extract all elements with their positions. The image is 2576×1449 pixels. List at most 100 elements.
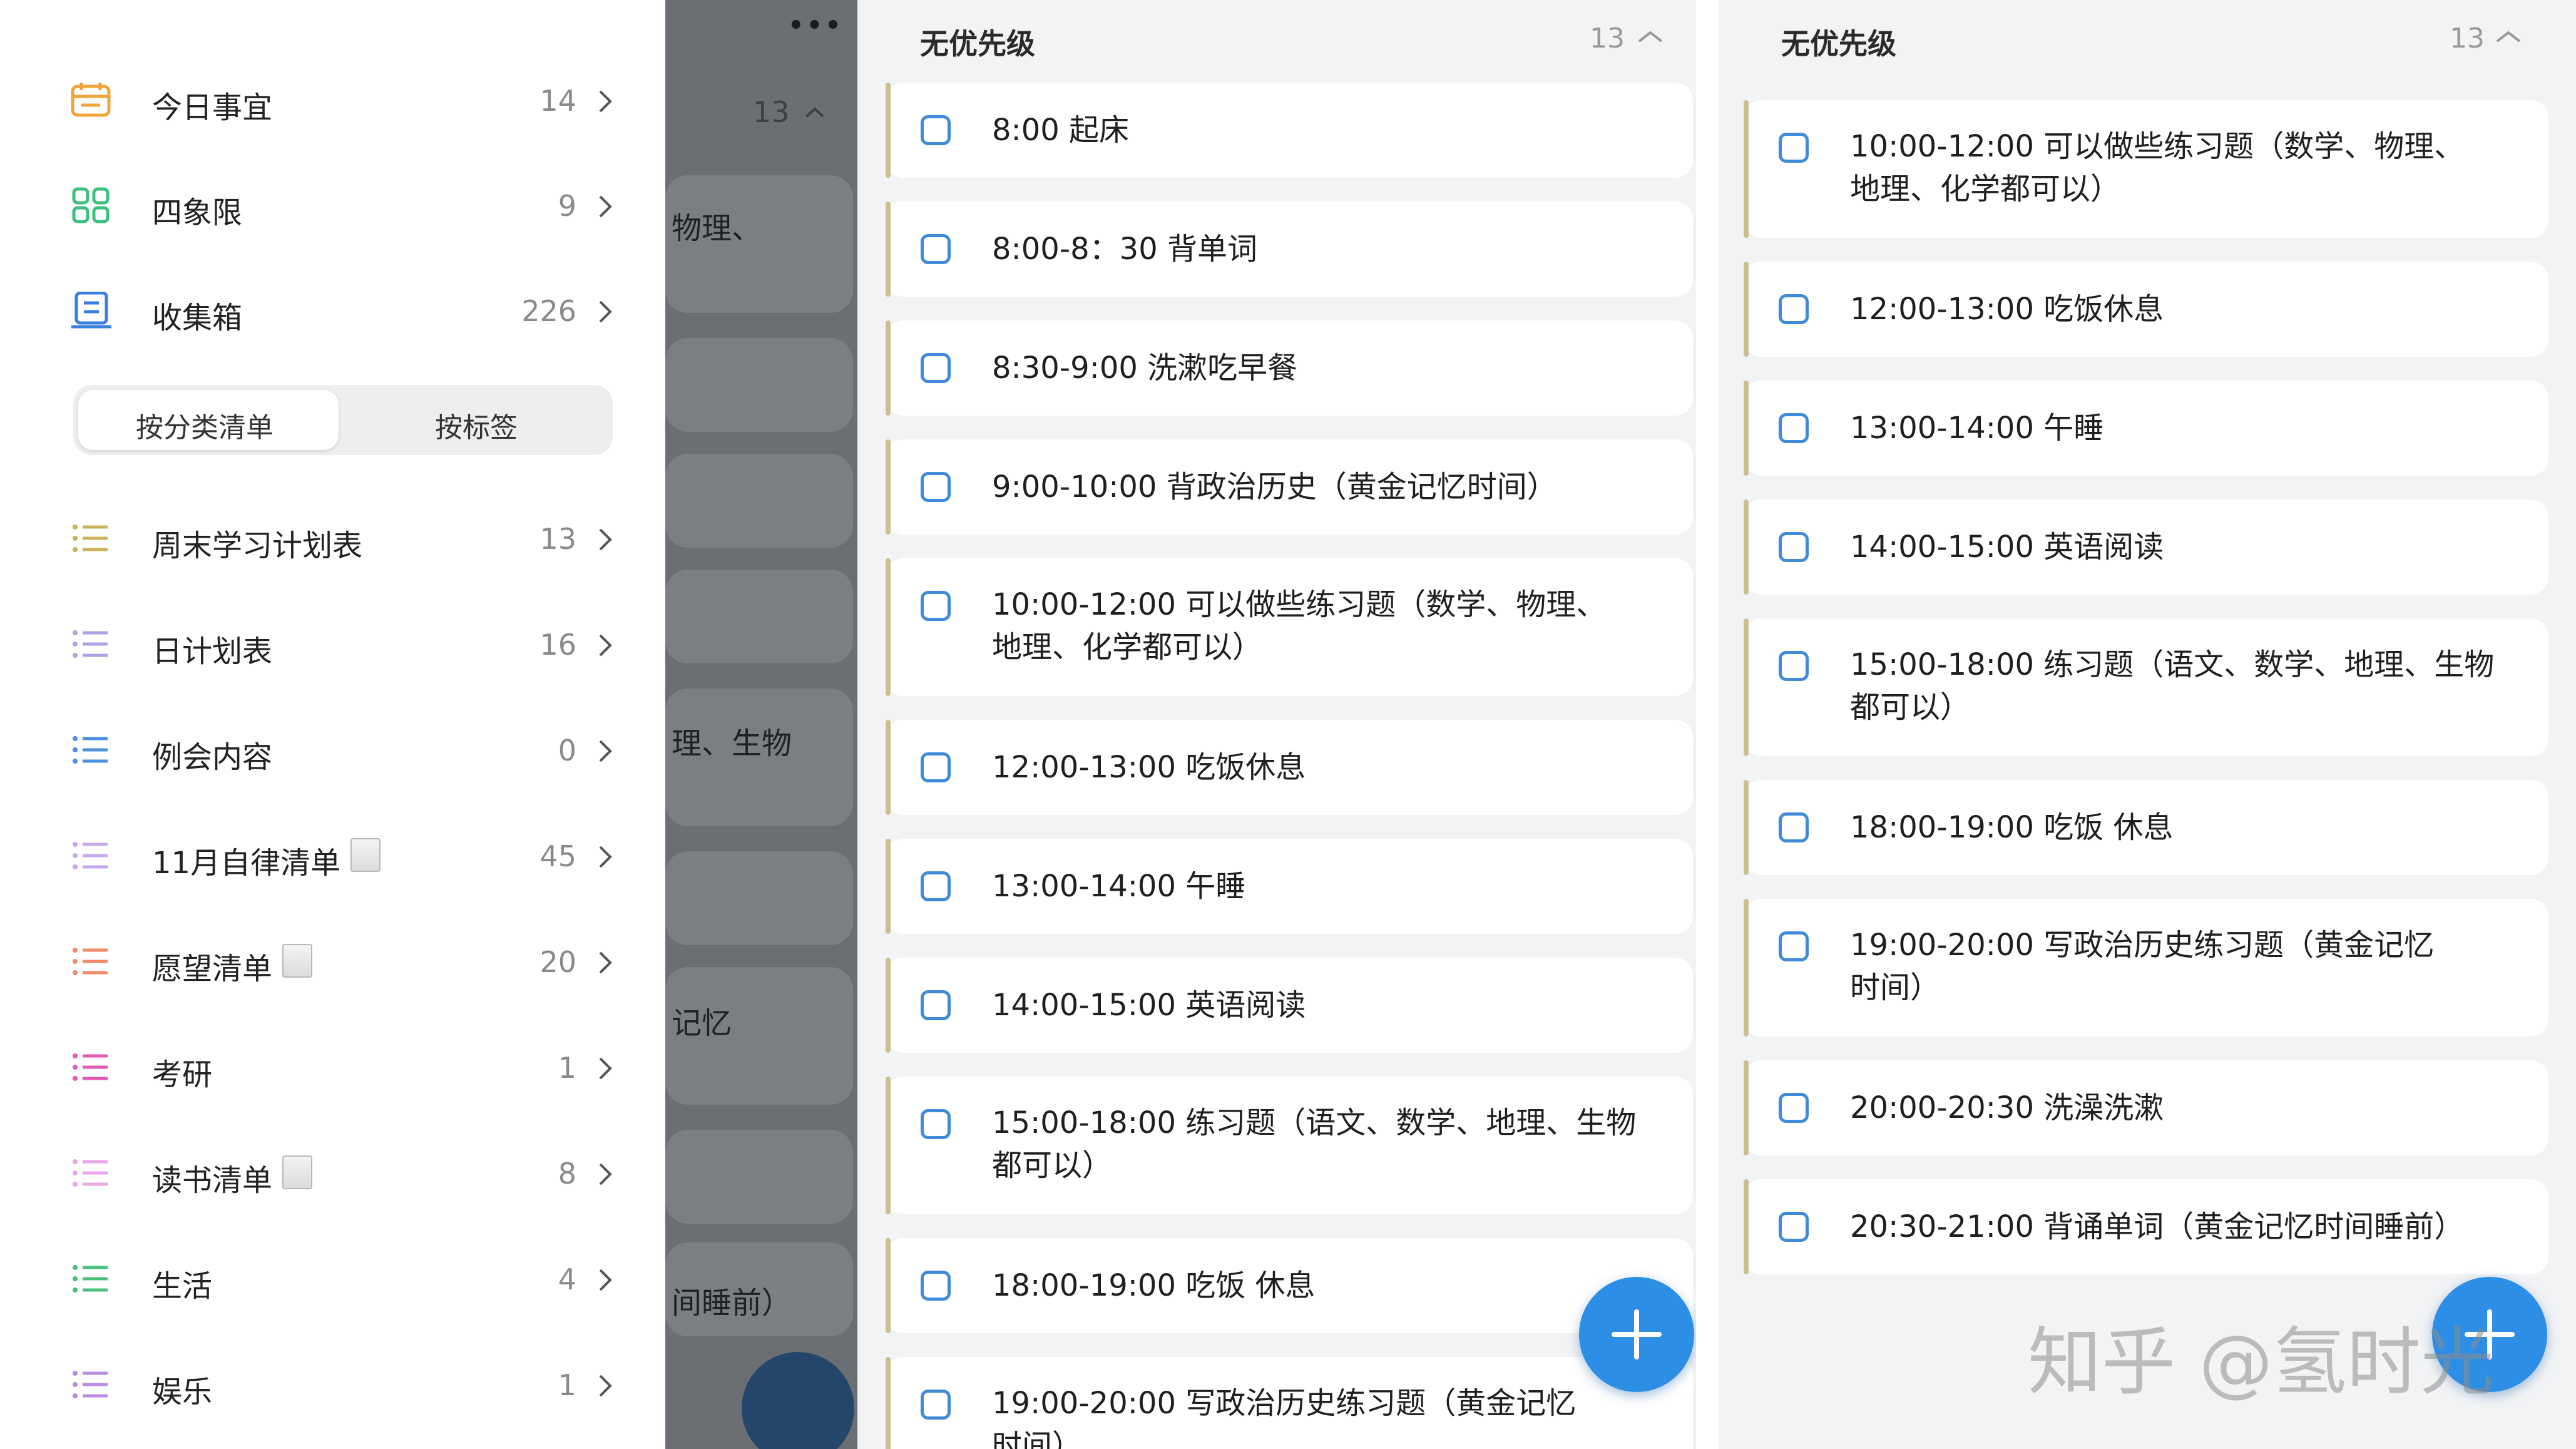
task-card[interactable]: 12:00-13:00 吃饭休息 <box>1744 262 2548 357</box>
task-checkbox[interactable] <box>921 472 951 502</box>
task-card[interactable]: 19:00-20:00 写政治历史练习题（黄金记忆 时间） <box>886 1357 1693 1449</box>
task-title: 20:30-21:00 背诵单词（黄金记忆时间睡前） <box>1850 1209 2465 1244</box>
sidebar-item-count: 4 <box>558 1262 576 1296</box>
task-checkbox[interactable] <box>921 752 951 782</box>
list-color-bar <box>886 1077 891 1214</box>
task-checkbox[interactable] <box>1779 413 1809 443</box>
task-checkbox[interactable] <box>921 1271 951 1301</box>
task-checkbox[interactable] <box>1779 294 1809 324</box>
task-checkbox[interactable] <box>921 115 951 145</box>
dim-task-fragment: 间睡前） <box>672 1286 792 1321</box>
receipt-emoji-icon <box>282 944 312 978</box>
list-color-bar <box>886 839 891 934</box>
sidebar-item-quadrant[interactable]: 四象限 9 <box>0 163 665 238</box>
task-card[interactable]: 8:00 起床 <box>886 83 1693 178</box>
task-card[interactable]: 15:00-18:00 练习题（语文、数学、地理、生物 都可以） <box>1744 618 2548 756</box>
list-color-bar <box>886 1357 891 1449</box>
task-title: 14:00-15:00 英语阅读 <box>1850 530 2164 565</box>
sidebar-item-count: 13 <box>539 522 576 556</box>
sidebar-item-label: 周末学习计划表 <box>152 528 363 563</box>
task-checkbox[interactable] <box>921 1109 951 1139</box>
add-task-button-dimmed <box>742 1352 854 1449</box>
task-checkbox[interactable] <box>1779 812 1809 842</box>
sidebar-item-list[interactable]: 愿望清单 20 <box>0 919 665 994</box>
chevron-up-icon <box>805 107 824 118</box>
segment-by-tag[interactable]: 按标签 <box>435 405 518 445</box>
task-checkbox[interactable] <box>1779 532 1809 562</box>
task-checkbox[interactable] <box>921 990 951 1020</box>
task-card[interactable]: 15:00-18:00 练习题（语文、数学、地理、生物 都可以） <box>886 1077 1693 1214</box>
task-list-screen-b: 无优先级 13 10:00-12:00 可以做些练习题（数学、物理、 地理、化学都… <box>1719 0 2576 1449</box>
list-icon <box>73 525 108 552</box>
task-title: 18:00-19:00 吃饭 休息 <box>1850 810 2174 845</box>
task-card[interactable]: 10:00-12:00 可以做些练习题（数学、物理、 地理、化学都可以） <box>886 558 1693 696</box>
chevron-right-icon <box>599 1269 612 1291</box>
sidebar-item-label: 愿望清单 <box>152 951 273 986</box>
task-card[interactable]: 14:00-15:00 英语阅读 <box>1744 499 2548 595</box>
list-color-bar <box>886 558 891 696</box>
task-checkbox[interactable] <box>921 871 951 901</box>
add-task-button[interactable] <box>1579 1277 1694 1392</box>
task-title: 19:00-20:00 写政治历史练习题（黄金记忆 <box>992 1386 1577 1421</box>
list-color-bar <box>886 439 891 535</box>
task-card[interactable]: 12:00-13:00 吃饭休息 <box>886 720 1693 815</box>
task-card[interactable]: 18:00-19:00 吃饭 休息 <box>886 1238 1693 1333</box>
task-title: 14:00-15:00 英语阅读 <box>992 988 1306 1023</box>
task-card[interactable]: 14:00-15:00 英语阅读 <box>886 958 1693 1053</box>
sidebar-item-list[interactable]: 周末学习计划表 13 <box>0 496 665 571</box>
sidebar-item-list[interactable]: 读书清单 8 <box>0 1130 665 1206</box>
sidebar-item-label: 生活 <box>152 1269 213 1304</box>
collapse-chevron-icon[interactable] <box>1637 29 1664 45</box>
task-card[interactable]: 9:00-10:00 背政治历史（黄金记忆时间） <box>886 439 1693 535</box>
task-card[interactable]: 13:00-14:00 午睡 <box>886 839 1693 934</box>
sidebar-item-list[interactable]: 娱乐 1 <box>0 1342 665 1417</box>
task-checkbox[interactable] <box>921 353 951 383</box>
sidebar-item-list[interactable]: 11月自律清单 45 <box>0 813 665 888</box>
list-color-bar <box>1744 262 1749 357</box>
task-card[interactable]: 20:00-20:30 洗澡洗漱 <box>1744 1060 2548 1155</box>
task-title: 8:30-9:00 洗漱吃早餐 <box>992 351 1298 386</box>
list-icon <box>73 842 108 869</box>
sidebar-item-label: 11月自律清单 <box>152 846 341 881</box>
task-title: 10:00-12:00 可以做些练习题（数学、物理、 <box>1850 129 2465 164</box>
task-checkbox[interactable] <box>1779 133 1809 163</box>
task-card[interactable]: 8:00-8：30 背单词 <box>886 202 1693 297</box>
dimmed-background-screen[interactable]: ••• 13 物理、 理、生物 记忆 间睡前） <box>665 0 857 1449</box>
task-card[interactable]: 20:30-21:00 背诵单词（黄金记忆时间睡前） <box>1744 1179 2548 1274</box>
task-checkbox[interactable] <box>1779 651 1809 681</box>
task-card[interactable]: 10:00-12:00 可以做些练习题（数学、物理、 地理、化学都可以） <box>1744 100 2548 238</box>
sidebar-item-list[interactable]: 日计划表 16 <box>0 602 665 677</box>
task-card[interactable]: 18:00-19:00 吃饭 休息 <box>1744 780 2548 875</box>
sidebar-item-inbox[interactable]: 收集箱 226 <box>0 268 665 343</box>
task-title: 12:00-13:00 吃饭休息 <box>992 750 1306 785</box>
sidebar-item-list[interactable]: 例会内容 0 <box>0 707 665 782</box>
inbox-icon <box>71 292 111 329</box>
task-checkbox[interactable] <box>1779 1212 1809 1242</box>
task-title: 20:00-20:30 洗澡洗漱 <box>1850 1090 2164 1125</box>
task-checkbox[interactable] <box>1779 931 1809 961</box>
chevron-right-icon <box>599 740 612 762</box>
receipt-emoji-icon <box>350 838 381 872</box>
task-checkbox[interactable] <box>921 234 951 264</box>
sidebar-item-today[interactable]: 今日事宜 14 <box>0 58 665 133</box>
dim-task-fragment: 理、生物 <box>672 726 792 761</box>
chevron-right-icon <box>599 528 612 551</box>
task-card[interactable]: 19:00-20:00 写政治历史练习题（黄金记忆 时间） <box>1744 899 2548 1037</box>
task-checkbox[interactable] <box>921 1390 951 1420</box>
sidebar-item-count: 9 <box>558 189 576 223</box>
sidebar-item-count: 0 <box>558 734 576 767</box>
list-color-bar <box>1744 1179 1749 1274</box>
chevron-right-icon <box>599 634 612 657</box>
list-color-bar <box>1744 100 1749 238</box>
segment-by-list[interactable]: 按分类清单 <box>136 405 273 445</box>
task-card[interactable]: 8:30-9:00 洗漱吃早餐 <box>886 320 1693 416</box>
task-card[interactable]: 13:00-14:00 午睡 <box>1744 381 2548 476</box>
task-checkbox[interactable] <box>921 591 951 621</box>
task-checkbox[interactable] <box>1779 1093 1809 1123</box>
sidebar-item-count: 14 <box>539 84 576 118</box>
collapse-chevron-icon[interactable] <box>2495 29 2522 45</box>
list-icon <box>73 736 108 764</box>
sidebar-item-list[interactable]: 生活 4 <box>0 1236 665 1311</box>
sidebar-item-list[interactable]: 考研 1 <box>0 1025 665 1100</box>
list-color-bar <box>886 83 891 178</box>
